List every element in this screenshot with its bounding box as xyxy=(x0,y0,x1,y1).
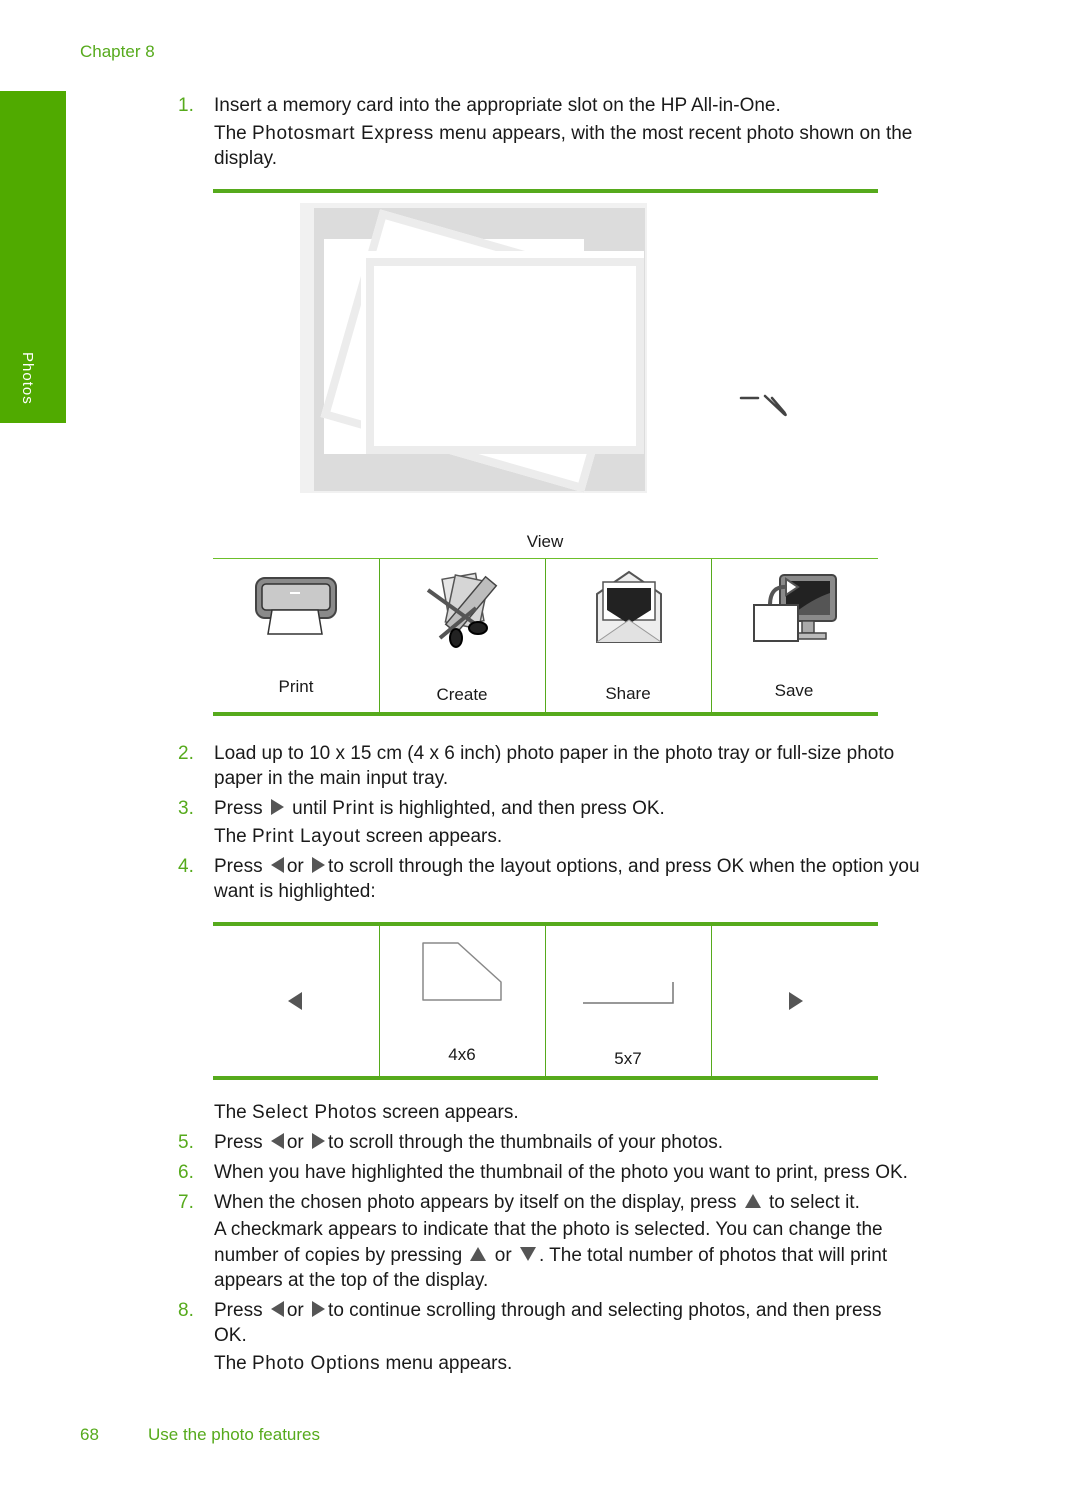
layout-5x7-icon[interactable] xyxy=(582,980,678,1008)
step-number: 8. xyxy=(178,1300,194,1321)
right-arrow-icon xyxy=(312,1132,326,1149)
left-arrow-icon xyxy=(270,856,284,873)
right-arrow-icon xyxy=(270,798,284,815)
text: When the chosen photo appears by itself … xyxy=(214,1192,737,1213)
text: The xyxy=(214,123,253,144)
layout-4x6-icon[interactable] xyxy=(422,942,504,1004)
menu-bottom-rule xyxy=(213,712,878,716)
layout-bottom-rule xyxy=(213,1076,878,1080)
step-text: Press or to scroll through the layout op… xyxy=(214,854,920,879)
left-arrow-icon xyxy=(270,1132,284,1149)
down-arrow-icon xyxy=(519,1246,536,1261)
step-number: 5. xyxy=(178,1132,194,1153)
photo-frame xyxy=(366,258,644,454)
step-1-note-cont: display. xyxy=(214,148,278,169)
text: menu appears, with the most recent photo… xyxy=(433,123,913,144)
menu-item-share[interactable]: Share xyxy=(545,684,711,704)
figure-top-rule xyxy=(213,189,878,193)
step-text: When the chosen photo appears by itself … xyxy=(214,1190,860,1215)
menu-name: Photosmart Express xyxy=(252,123,434,144)
right-arrow-icon xyxy=(312,1300,326,1317)
step-text: Load up to 10 x 15 cm (4 x 6 inch) photo… xyxy=(214,743,895,764)
step-7-note-cont: number of copies by pressing or . The to… xyxy=(214,1243,887,1268)
step-text: When you have highlighted the thumbnail … xyxy=(214,1162,908,1183)
text: to scroll through the layout options, an… xyxy=(328,856,920,877)
step-1-note: The Photosmart Express menu appears, wit… xyxy=(214,121,912,146)
select-photos-note: The Select Photos screen appears. xyxy=(214,1100,519,1125)
save-to-computer-icon[interactable] xyxy=(752,573,838,643)
up-arrow-icon xyxy=(744,1193,761,1208)
layout-option-5x7[interactable]: 5x7 xyxy=(545,1049,711,1069)
right-arrow-icon[interactable] xyxy=(786,990,806,1012)
layout-option-4x6[interactable]: 4x6 xyxy=(379,1045,545,1065)
step-number: 6. xyxy=(178,1162,194,1183)
step-number: 7. xyxy=(178,1192,194,1213)
screen-name: Select Photos xyxy=(252,1102,378,1123)
text: Press xyxy=(214,856,263,877)
chapter-heading: Chapter 8 xyxy=(80,42,155,61)
up-arrow-icon xyxy=(470,1246,487,1261)
text: or xyxy=(494,1245,512,1266)
step-number: 1. xyxy=(178,95,194,116)
step-8-note: The Photo Options menu appears. xyxy=(214,1351,512,1376)
footer-title: Use the photo features xyxy=(148,1425,321,1444)
text: or xyxy=(286,1132,304,1153)
screen-name: Print Layout xyxy=(252,826,361,847)
side-tab-label: Photos xyxy=(19,352,36,405)
left-arrow-icon[interactable] xyxy=(286,990,306,1012)
view-label: View xyxy=(526,532,564,551)
text: to scroll through the thumbnails of your… xyxy=(328,1132,724,1153)
printer-icon[interactable] xyxy=(252,574,340,640)
text: to continue scrolling through and select… xyxy=(328,1300,882,1321)
text: to select it. xyxy=(769,1192,860,1213)
menu-item-create[interactable]: Create xyxy=(379,685,545,705)
step-text: Insert a memory card into the appropriat… xyxy=(214,95,781,116)
left-arrow-icon xyxy=(270,1300,284,1317)
menu-name: Photo Options xyxy=(252,1353,381,1374)
step-number: 2. xyxy=(178,743,194,764)
step-text: Press until Print is highlighted, and th… xyxy=(214,796,665,821)
step-8-cont: OK. xyxy=(214,1325,247,1346)
text: Press xyxy=(214,1132,263,1153)
step-number: 4. xyxy=(178,856,194,877)
text: . The total number of photos that will p… xyxy=(538,1245,888,1266)
menu-item-save[interactable]: Save xyxy=(711,681,877,701)
menu-name: Print xyxy=(332,798,375,819)
text: is highlighted, and then press OK. xyxy=(379,798,665,819)
text: screen appears. xyxy=(382,1102,519,1123)
text: or xyxy=(286,1300,304,1321)
page-number: 68 xyxy=(80,1425,99,1444)
text: The xyxy=(214,1102,247,1123)
text: The xyxy=(214,826,247,847)
step-4-cont: want is highlighted: xyxy=(214,881,376,902)
text: Press xyxy=(214,798,263,819)
text: screen appears. xyxy=(365,826,503,847)
text: or xyxy=(286,856,304,877)
text: menu appears. xyxy=(385,1353,513,1374)
step-text: Press or to continue scrolling through a… xyxy=(214,1298,882,1323)
text: number of copies by pressing xyxy=(214,1245,463,1266)
step-number: 3. xyxy=(178,798,194,819)
step-7-note: A checkmark appears to indicate that the… xyxy=(214,1219,883,1240)
step-3-note: The Print Layout screen appears. xyxy=(214,824,502,849)
step-text: Press or to scroll through the thumbnail… xyxy=(214,1130,723,1155)
envelope-icon[interactable] xyxy=(593,570,665,648)
recent-photo-display xyxy=(300,203,647,493)
paperclip-icon xyxy=(739,394,787,417)
scissors-icon[interactable] xyxy=(420,568,506,648)
divider xyxy=(711,925,712,1077)
step-2-cont: paper in the main input tray. xyxy=(214,768,449,789)
menu-item-print[interactable]: Print xyxy=(213,677,379,697)
text: The xyxy=(214,1353,247,1374)
text: Press xyxy=(214,1300,263,1321)
right-arrow-icon xyxy=(312,856,326,873)
text: until xyxy=(292,798,327,819)
step-7-note-end: appears at the top of the display. xyxy=(214,1270,489,1291)
